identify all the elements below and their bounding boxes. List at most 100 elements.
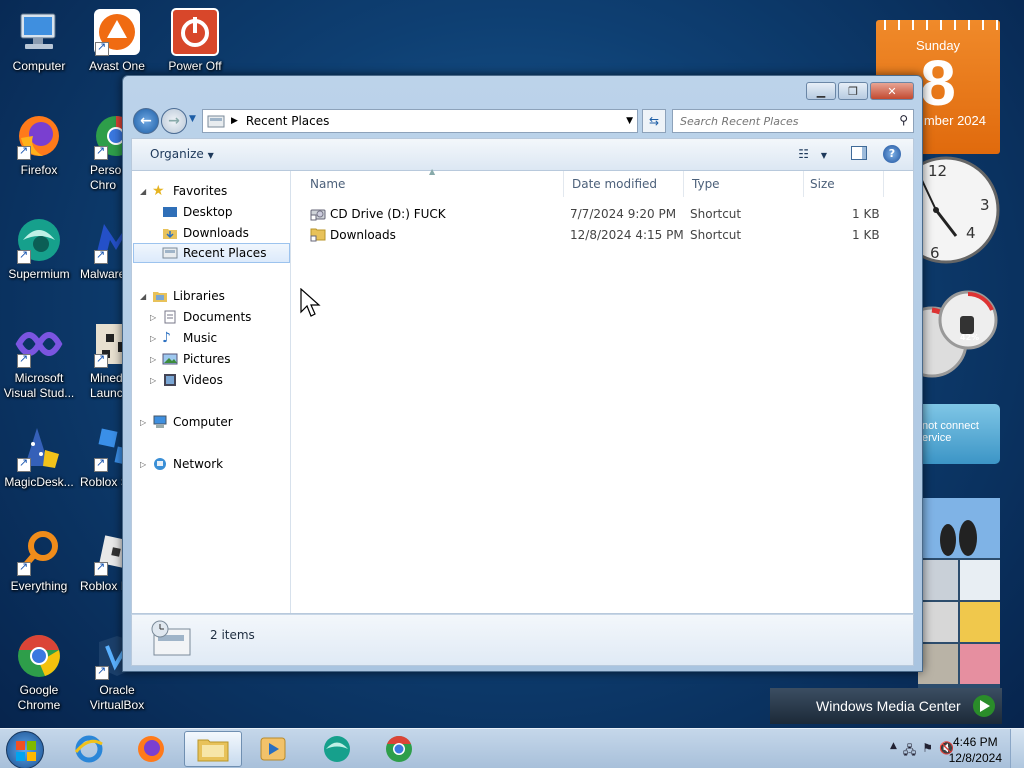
nav-downloads[interactable]: Downloads xyxy=(162,223,249,243)
clock-number: 12 xyxy=(928,162,947,180)
desktop-icon-label: Avast One xyxy=(89,59,145,73)
nav-documents[interactable]: ▷ Documents xyxy=(150,307,251,327)
desktop-icon-power-off[interactable]: Power Off xyxy=(156,8,234,74)
restore-button[interactable]: ❐ xyxy=(838,82,868,100)
explorer-window[interactable]: ▁ ❐ ✕ ← → ▼ ▶ Recent Places ▼ ⇆ ⚲ Organi… xyxy=(122,75,923,672)
refresh-button[interactable]: ⇆ xyxy=(642,109,666,133)
nav-network[interactable]: ▷ Network xyxy=(140,454,223,474)
help-icon: ? xyxy=(888,147,896,160)
search-icon[interactable]: ⚲ xyxy=(899,113,908,127)
desktop-icon-firefox[interactable]: Firefox xyxy=(0,112,78,178)
network-tray-icon[interactable]: 🖧 xyxy=(903,741,916,762)
organize-button[interactable]: Organize ▼ xyxy=(150,147,214,161)
nav-music[interactable]: ▷ ♪ Music xyxy=(150,328,217,348)
taskbar-clock[interactable]: 4:46 PM 12/8/2024 xyxy=(949,734,1002,766)
expand-arrow-icon[interactable]: ▷ xyxy=(150,334,162,343)
close-button[interactable]: ✕ xyxy=(870,82,914,100)
sort-up-icon: ▲ xyxy=(429,167,436,176)
chrome-icon xyxy=(92,112,122,160)
forward-button[interactable]: → xyxy=(161,108,187,134)
media-player-icon xyxy=(260,737,286,761)
back-arrow-icon: ← xyxy=(140,113,152,129)
view-details-icon: ☷ xyxy=(798,147,810,161)
show-hidden-icons-icon[interactable]: ▲ xyxy=(890,741,897,762)
computer-icon xyxy=(153,415,167,428)
desktop-icon-everything[interactable]: Everything xyxy=(0,528,78,594)
taskbar-chrome[interactable] xyxy=(370,731,428,767)
desktop-icon-visual-studio[interactable]: Microsoft Visual Stud... xyxy=(0,320,78,401)
address-dropdown-icon[interactable]: ▼ xyxy=(626,116,633,126)
shortcut-arrow-icon xyxy=(94,248,108,264)
expand-arrow-icon[interactable]: ▷ xyxy=(140,460,152,469)
column-header-name[interactable]: Name ▲ xyxy=(292,167,564,197)
taskbar-internet-explorer[interactable] xyxy=(60,731,118,767)
column-label: Type xyxy=(692,177,720,191)
nav-desktop[interactable]: Desktop xyxy=(162,202,233,222)
expand-arrow-icon[interactable]: ▷ xyxy=(150,313,162,322)
desktop-icon-label: Everything xyxy=(10,579,68,593)
cd-drive-shortcut-icon xyxy=(310,205,326,224)
file-name: Downloads xyxy=(330,228,396,242)
column-header-type[interactable]: Type xyxy=(684,171,804,197)
desktop-icon-google-chrome[interactable]: Google Chrome xyxy=(0,632,78,713)
desktop-icon-minecraft-launcher[interactable]: Mined Launc xyxy=(78,320,122,401)
address-location[interactable]: Recent Places xyxy=(246,114,329,128)
taskbar-media-player[interactable] xyxy=(244,731,302,767)
taskbar-windows-explorer[interactable] xyxy=(184,731,242,767)
search-input[interactable] xyxy=(680,114,890,128)
nav-recent-places[interactable]: Recent Places xyxy=(133,243,290,263)
taskbar-supermium[interactable] xyxy=(308,731,366,767)
slideshow-gadget[interactable] xyxy=(918,498,1000,688)
nav-favorites[interactable]: ◢ ★ Favorites xyxy=(140,181,227,201)
back-button[interactable]: ← xyxy=(133,108,159,134)
shortcut-arrow-icon xyxy=(17,560,31,576)
navigation-pane[interactable]: ◢ ★ Favorites Desktop Downloads Recent P… xyxy=(132,171,291,613)
desktop-icon-supermium[interactable]: Supermium xyxy=(0,216,78,282)
minimize-button[interactable]: ▁ xyxy=(806,82,836,100)
recent-pages-dropdown[interactable]: ▼ xyxy=(189,114,196,124)
minimize-icon: ▁ xyxy=(816,84,826,98)
file-size: 1 KB xyxy=(852,228,880,242)
desktop-icon-computer[interactable]: Computer xyxy=(0,8,78,74)
search-box[interactable]: ⚲ xyxy=(672,109,914,133)
desktop-icon-magicdesk[interactable]: MagicDesk... xyxy=(0,424,78,490)
nav-computer[interactable]: ▷ Computer xyxy=(140,412,233,432)
weather-gadget-error[interactable]: not connect ervice xyxy=(912,404,1000,464)
expand-arrow-icon[interactable]: ▷ xyxy=(150,355,162,364)
nav-pictures[interactable]: ▷ Pictures xyxy=(150,349,231,369)
help-button[interactable]: ? xyxy=(883,145,901,163)
show-desktop-button[interactable] xyxy=(1010,729,1024,768)
address-bar[interactable]: ▶ Recent Places ▼ xyxy=(202,109,638,133)
shortcut-arrow-icon xyxy=(95,664,109,680)
chrome-icon xyxy=(386,736,412,762)
expand-arrow-icon[interactable]: ▷ xyxy=(140,418,152,427)
column-header-size[interactable]: Size xyxy=(804,171,884,197)
start-button[interactable] xyxy=(6,731,44,768)
desktop-icon-avast[interactable]: Avast One xyxy=(78,8,156,74)
desktop-icon-label: Supermium xyxy=(8,267,70,281)
desktop-icon-roblox-studio[interactable]: Roblox S xyxy=(78,424,122,490)
file-row[interactable]: Downloads 12/8/2024 4:15 PM Shortcut 1 K… xyxy=(292,225,912,245)
column-header-date[interactable]: Date modified xyxy=(564,171,684,197)
desktop-icon-malwarebytes[interactable]: Malware xyxy=(78,216,122,282)
desktop-icon-label: Firefox xyxy=(20,163,58,177)
action-center-flag-icon[interactable]: ⚑ xyxy=(922,741,933,762)
change-view-button[interactable]: ☷ ▼ xyxy=(798,147,827,161)
expand-arrow-icon[interactable]: ▷ xyxy=(150,376,162,385)
nav-videos[interactable]: ▷ Videos xyxy=(150,370,223,390)
preview-pane-button[interactable] xyxy=(851,146,867,160)
taskbar-firefox[interactable] xyxy=(122,731,180,767)
restore-icon: ❐ xyxy=(848,84,858,98)
file-list[interactable]: Name ▲ Date modified Type Size CD Drive … xyxy=(292,167,913,613)
desktop-icon-personal-chrome[interactable]: Perso Chro xyxy=(78,112,122,193)
cpu-meter-gadget[interactable]: 42% xyxy=(896,290,1000,380)
expand-triangle-icon[interactable]: ◢ xyxy=(140,292,152,301)
expand-triangle-icon[interactable]: ◢ xyxy=(140,187,152,196)
desktop-icon-roblox-player[interactable]: Roblox I xyxy=(78,528,122,594)
nav-libraries[interactable]: ◢ Libraries xyxy=(140,286,225,306)
gauge-icon: 42% xyxy=(896,290,998,378)
media-center-gadget[interactable]: Windows Media Center xyxy=(770,688,1002,724)
breadcrumb-separator-icon[interactable]: ▶ xyxy=(231,116,238,126)
file-row[interactable]: CD Drive (D:) FUCK 7/7/2024 9:20 PM Shor… xyxy=(292,204,912,224)
taskbar: ▲ 🖧 ⚑ 🔇 4:46 PM 12/8/2024 xyxy=(0,728,1024,768)
